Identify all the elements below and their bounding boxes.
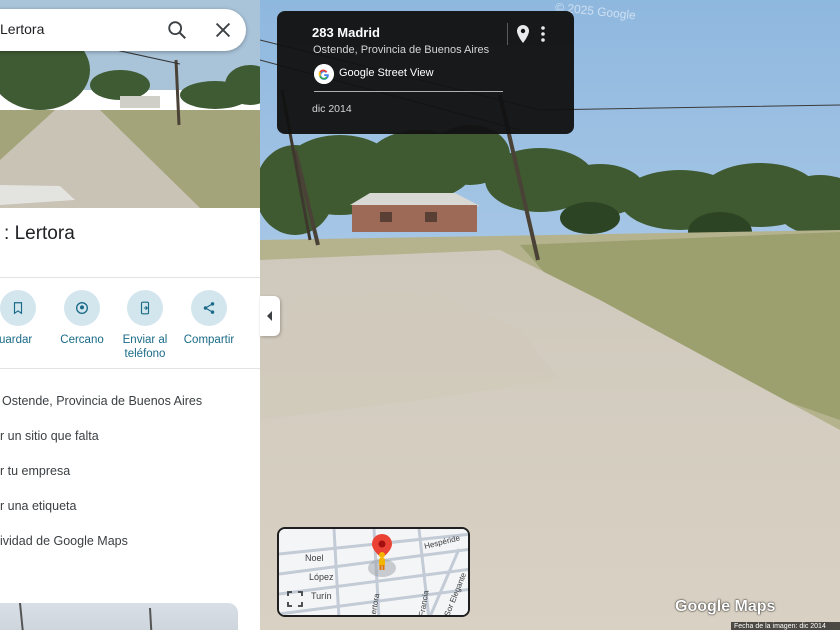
share-button[interactable]: Compartir — [178, 290, 240, 347]
place-title-text: Lertora — [14, 223, 75, 244]
close-icon[interactable] — [212, 19, 234, 41]
street-view-locality: Ostende, Provincia de Buenos Aires — [313, 44, 490, 56]
save-button[interactable]: Guardar — [0, 290, 36, 347]
share-icon — [191, 290, 227, 326]
street-view-address: 283 Madrid — [312, 25, 380, 40]
location-pin-icon[interactable] — [515, 24, 531, 44]
mini-map-streets: Noel López Turín Lertora Francia Hespéri… — [279, 529, 468, 615]
search-icon[interactable] — [166, 19, 188, 41]
street-view-date[interactable]: dic 2014 — [312, 103, 352, 115]
divider — [314, 91, 503, 92]
nearby-button[interactable]: Cercano — [54, 290, 110, 347]
image-date-label: Fecha de la imagen: dic 2014 — [731, 622, 840, 630]
add-missing-place-row[interactable]: r un sitio que falta — [0, 429, 99, 443]
nearby-icon — [64, 290, 100, 326]
divider — [507, 23, 508, 45]
phone-send-icon — [127, 290, 163, 326]
divider — [0, 277, 260, 278]
street-view-info-card: 283 Madrid Ostende, Provincia de Buenos … — [277, 11, 574, 134]
more-options-icon[interactable] — [537, 24, 549, 44]
street-label: Turín — [311, 591, 332, 601]
place-panel: Lertora : Lertora Guardar Cercano Enviar… — [0, 0, 260, 630]
address-row[interactable]: Ostende, Provincia de Buenos Aires — [2, 394, 202, 408]
street-label: López — [309, 572, 334, 582]
street-view-provider[interactable]: Google Street View — [339, 67, 434, 79]
google-maps-logo: Google Maps — [675, 598, 776, 615]
share-label: Compartir — [183, 334, 235, 346]
google-logo-icon — [314, 64, 334, 84]
search-input[interactable]: Lertora — [0, 21, 44, 37]
expand-icon[interactable] — [287, 591, 303, 607]
maps-activity-row[interactable]: ividad de Google Maps — [0, 534, 128, 548]
search-box[interactable]: Lertora — [0, 9, 246, 51]
chevron-left-icon — [267, 311, 272, 321]
street-label: Noel — [305, 553, 324, 563]
add-label-row[interactable]: r una etiqueta — [0, 499, 76, 513]
nearby-label: Cercano — [60, 334, 104, 346]
place-title-prefix: : — [4, 223, 15, 244]
save-label: Guardar — [0, 334, 33, 346]
collapse-panel-button[interactable] — [260, 296, 280, 336]
photo-thumbnail[interactable] — [0, 603, 238, 630]
bookmark-icon — [0, 290, 36, 326]
send-to-phone-button[interactable]: Enviar al teléfono — [117, 290, 173, 361]
send-to-phone-label: Enviar al teléfono — [122, 334, 168, 360]
divider — [0, 368, 260, 369]
add-business-row[interactable]: r tu empresa — [0, 464, 70, 478]
mini-map[interactable]: Noel López Turín Lertora Francia Hespéri… — [277, 527, 470, 617]
place-title: : Lertora — [4, 223, 75, 245]
